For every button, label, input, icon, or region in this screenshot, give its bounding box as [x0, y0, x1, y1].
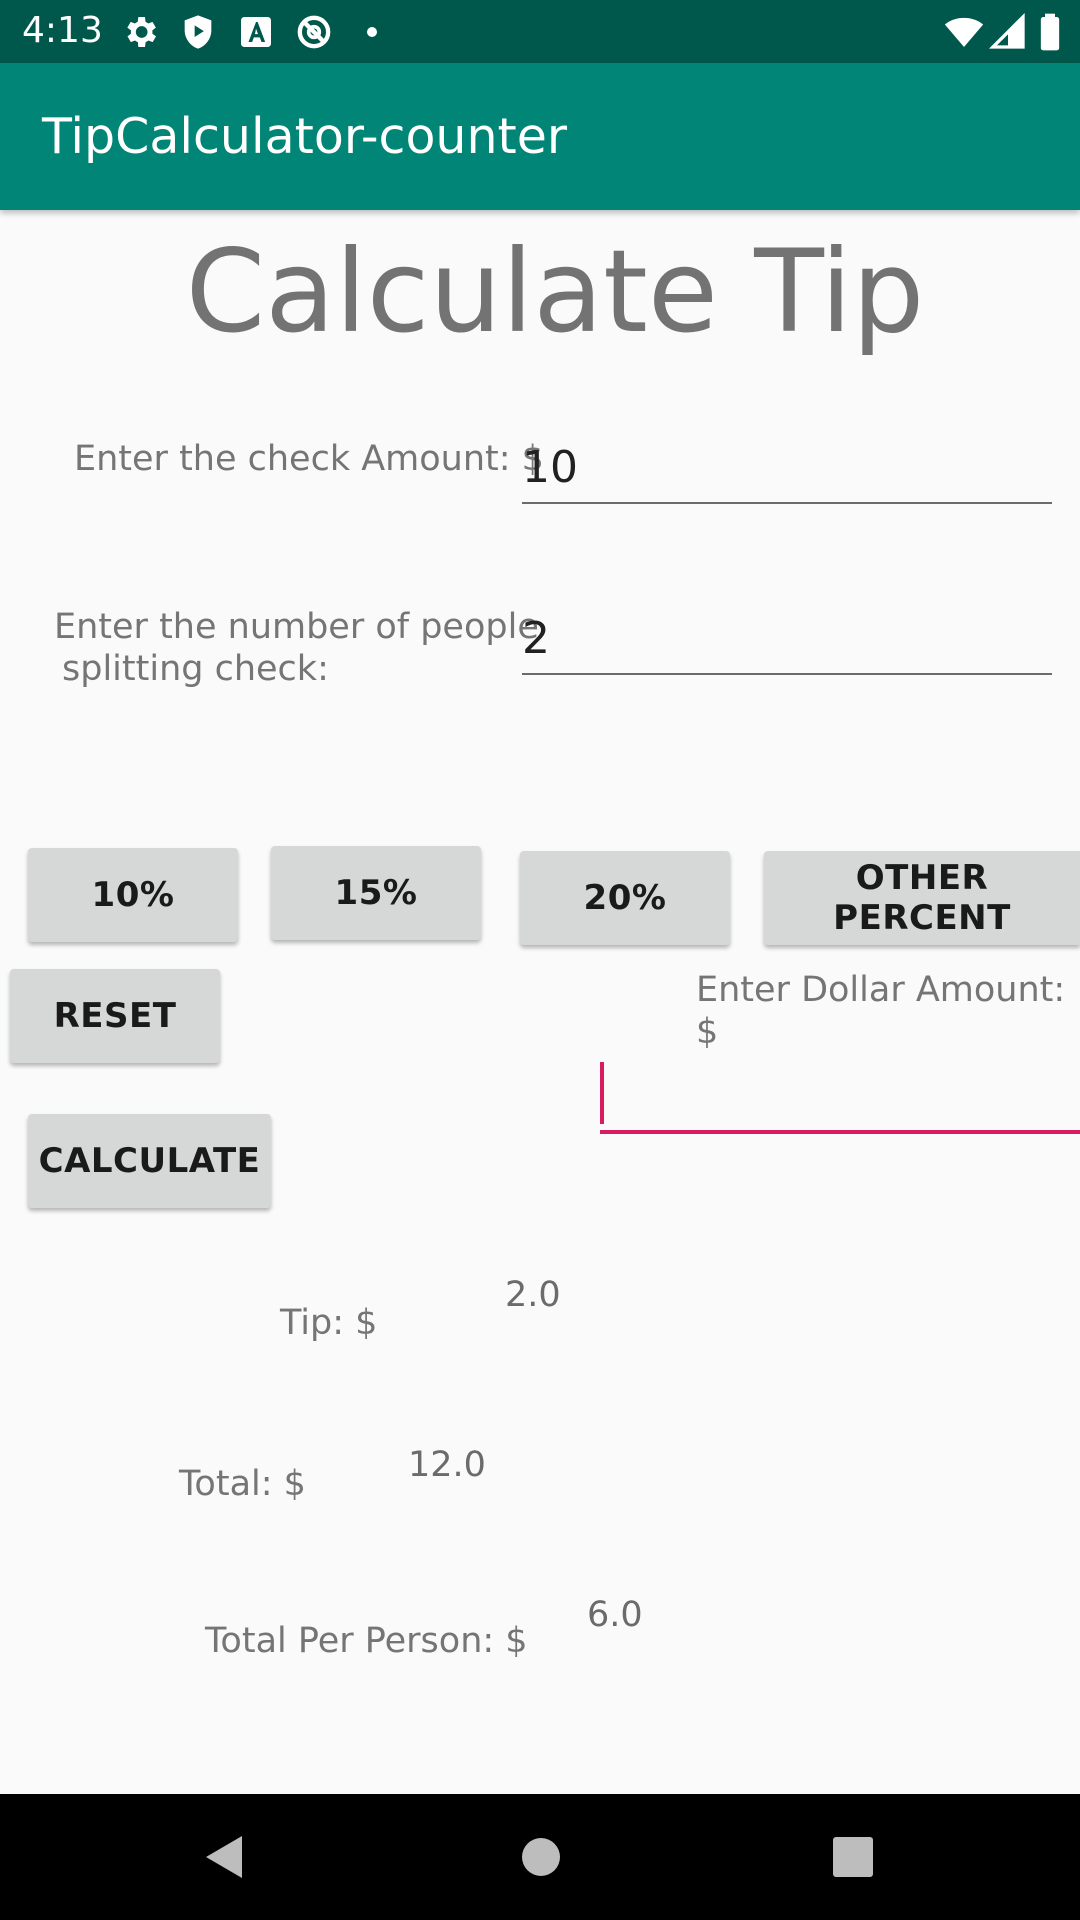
- per-person-value: 6.0: [587, 1595, 643, 1635]
- dollar-amount-underline: [600, 1130, 1080, 1134]
- tip-label: Tip: $: [280, 1303, 378, 1343]
- reset-button[interactable]: RESET: [10, 969, 220, 1063]
- tip-value: 2.0: [505, 1275, 561, 1315]
- twenty-percent-button[interactable]: 20%: [520, 851, 730, 945]
- fifteen-percent-button[interactable]: 15%: [271, 846, 481, 940]
- people-underline: [522, 673, 1052, 675]
- text-cursor: [600, 1062, 604, 1124]
- wifi-icon: [944, 12, 984, 52]
- ten-percent-button[interactable]: 10%: [28, 848, 238, 942]
- check-amount-value: 10: [522, 442, 578, 493]
- no-disturb-icon: [294, 12, 334, 52]
- people-label-line2: splitting check:: [62, 649, 329, 689]
- shield-play-icon: [178, 12, 218, 52]
- app-title: TipCalculator-counter: [42, 108, 568, 165]
- check-amount-field[interactable]: 10: [522, 432, 1052, 506]
- signal-icon: [988, 12, 1028, 52]
- dollar-amount-label: Enter Dollar Amount: $: [696, 970, 1066, 1052]
- dot-icon: [352, 12, 392, 52]
- font-a-icon: [236, 12, 276, 52]
- per-person-label: Total Per Person: $: [205, 1621, 528, 1661]
- check-amount-underline: [522, 502, 1052, 504]
- total-label: Total: $: [179, 1464, 306, 1504]
- dollar-amount-field[interactable]: [600, 1060, 1080, 1136]
- battery-icon: [1030, 12, 1060, 52]
- other-percent-button[interactable]: OTHER PERCENT: [764, 851, 1080, 945]
- people-label-line1: Enter the number of people: [54, 607, 539, 647]
- page-title: Calculate Tip: [185, 225, 925, 358]
- gear-icon: [120, 12, 160, 52]
- total-value: 12.0: [408, 1445, 486, 1485]
- people-field[interactable]: 2: [522, 603, 1052, 677]
- status-bar: 4:13: [0, 0, 1080, 63]
- recents-icon[interactable]: [830, 1834, 876, 1880]
- back-icon[interactable]: [200, 1832, 250, 1882]
- navigation-bar: [0, 1794, 1080, 1920]
- status-time: 4:13: [22, 10, 103, 51]
- home-icon[interactable]: [516, 1832, 566, 1882]
- check-amount-label: Enter the check Amount: $: [74, 439, 544, 479]
- calculate-button[interactable]: CALCULATE: [28, 1114, 271, 1208]
- people-value: 2: [522, 613, 550, 664]
- app-bar: TipCalculator-counter: [0, 63, 1080, 210]
